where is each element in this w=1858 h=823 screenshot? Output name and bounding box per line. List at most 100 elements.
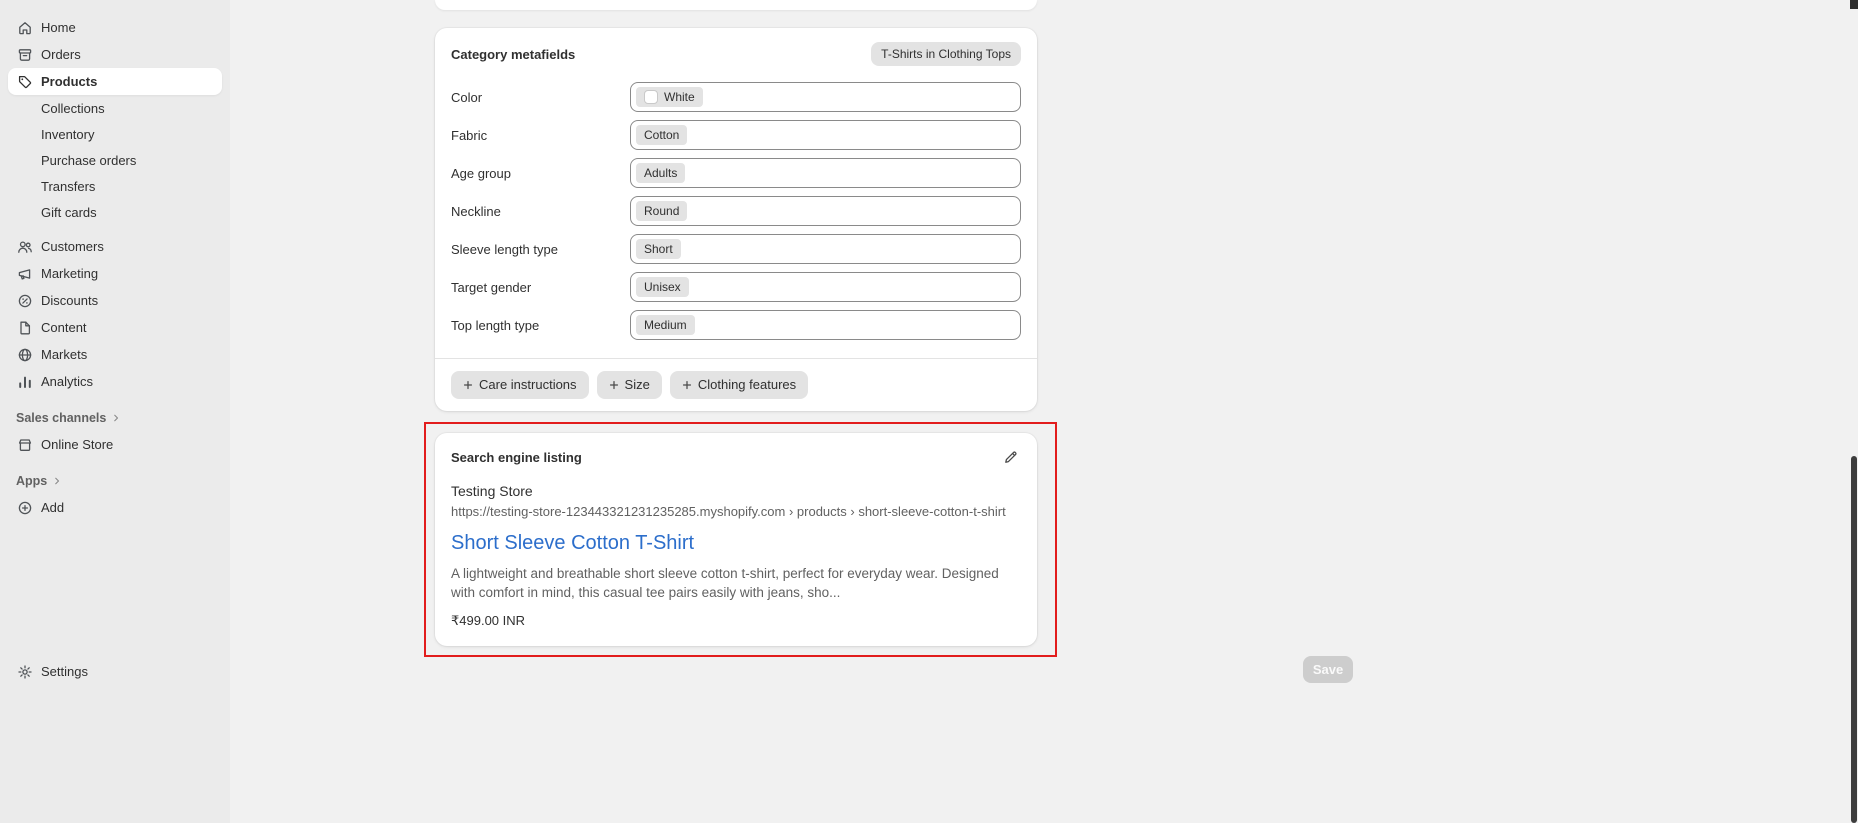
metafield-input-color[interactable]: White [630,82,1021,112]
metafield-label: Neckline [451,204,630,219]
category-badge[interactable]: T-Shirts in Clothing Tops [871,42,1021,66]
value-chip[interactable]: White [636,87,703,107]
analytics-bars-icon [16,373,33,390]
add-clothing-features-button[interactable]: Clothing features [670,371,808,399]
metafield-label: Top length type [451,318,630,333]
sidebar-item-home[interactable]: Home [8,14,222,41]
sidebar-item-label: Gift cards [41,205,97,220]
home-icon [16,19,33,36]
sidebar-item-discounts[interactable]: Discounts [8,287,222,314]
add-size-button[interactable]: Size [597,371,662,399]
value-chip[interactable]: Medium [636,315,695,335]
products-tag-icon [16,73,33,90]
sidebar-item-markets[interactable]: Markets [8,341,222,368]
online-store-icon [16,436,33,453]
sidebar-item-label: Orders [41,47,81,62]
metafield-label: Target gender [451,280,630,295]
sidebar-item-label: Discounts [41,293,98,308]
annotation-highlight: Search engine listing Testing Store http… [424,422,1057,657]
sidebar-item-gift-cards[interactable]: Gift cards [8,199,222,225]
save-button[interactable]: Save [1303,656,1353,683]
seo-result-title-link[interactable]: Short Sleeve Cotton T-Shirt [451,532,694,555]
metafield-input-sleeve-length[interactable]: Short [630,234,1021,264]
sidebar-item-label: Home [41,20,76,35]
circle-plus-icon [16,499,33,516]
vertical-scrollbar-thumb[interactable] [1851,456,1857,823]
card-header: Category metafields T-Shirts in Clothing… [451,42,1021,66]
sidebar-item-label: Inventory [41,127,94,142]
add-care-instructions-button[interactable]: Care instructions [451,371,589,399]
value-chip[interactable]: Short [636,239,681,259]
metafield-row: Sleeve length type Short [451,234,1021,264]
sidebar-item-products[interactable]: Products [8,68,222,95]
discounts-icon [16,292,33,309]
seo-result-description: A lightweight and breathable short sleev… [451,564,1011,603]
add-button-label: Care instructions [479,377,577,392]
value-chip[interactable]: Round [636,201,687,221]
sidebar-item-customers[interactable]: Customers [8,233,222,260]
chevron-right-icon [52,476,62,486]
sidebar-item-transfers[interactable]: Transfers [8,173,222,199]
plus-icon [609,380,619,390]
value-chip[interactable]: Cotton [636,125,687,145]
card-title: Category metafields [451,47,575,62]
metafield-label: Fabric [451,128,630,143]
metafield-input-neckline[interactable]: Round [630,196,1021,226]
metafield-label: Age group [451,166,630,181]
customers-icon [16,238,33,255]
nav-spacer [8,225,222,233]
chip-label: Unisex [644,280,681,294]
metafield-input-fabric[interactable]: Cotton [630,120,1021,150]
plus-icon [682,380,692,390]
sidebar-item-purchase-orders[interactable]: Purchase orders [8,147,222,173]
sidebar-item-content[interactable]: Content [8,314,222,341]
metafield-label: Color [451,90,630,105]
sidebar-item-marketing[interactable]: Marketing [8,260,222,287]
sidebar-item-orders[interactable]: Orders [8,41,222,68]
value-chip[interactable]: Adults [636,163,685,183]
marketing-megaphone-icon [16,265,33,282]
sales-channels-header[interactable]: Sales channels [8,405,222,431]
metafield-input-top-length[interactable]: Medium [630,310,1021,340]
sidebar-nav: Home Orders Products Collections Invento… [8,14,222,521]
sidebar-item-analytics[interactable]: Analytics [8,368,222,395]
gear-icon [16,663,33,680]
seo-url-breadcrumb: https://testing-store-123443321231235285… [451,504,1021,519]
metafield-input-target-gender[interactable]: Unisex [630,272,1021,302]
previous-card-partial [435,0,1037,10]
orders-icon [16,46,33,63]
shopify-admin-page: Home Orders Products Collections Invento… [0,0,1858,823]
sidebar-item-label: Products [41,74,97,89]
divider [435,358,1037,359]
search-engine-listing-card: Search engine listing Testing Store http… [435,433,1037,646]
metafield-row: Top length type Medium [451,310,1021,340]
metafield-row: Neckline Round [451,196,1021,226]
main-content: Category metafields T-Shirts in Clothing… [435,0,1037,657]
sidebar-item-add-app[interactable]: Add [8,494,222,521]
metafield-input-age-group[interactable]: Adults [630,158,1021,188]
card-header: Search engine listing [451,447,1021,467]
color-swatch [644,90,658,104]
metafield-row: Target gender Unisex [451,272,1021,302]
card-title: Search engine listing [451,450,582,465]
apps-label: Apps [16,474,47,488]
sidebar-item-label: Add [41,500,64,515]
sidebar-item-collections[interactable]: Collections [8,95,222,121]
sales-channels-label: Sales channels [16,411,106,425]
add-button-label: Clothing features [698,377,796,392]
sidebar-footer: Settings [8,658,222,685]
chip-label: Short [644,242,673,256]
sidebar-item-label: Content [41,320,87,335]
value-chip[interactable]: Unisex [636,277,689,297]
sidebar-item-settings[interactable]: Settings [8,658,222,685]
chip-label: Round [644,204,679,218]
markets-globe-icon [16,346,33,363]
edit-seo-button[interactable] [1001,447,1021,467]
sidebar-item-inventory[interactable]: Inventory [8,121,222,147]
add-metafield-buttons: Care instructions Size Clothing features [451,371,1021,399]
scrollbar-top-fragment [1850,0,1858,9]
apps-header[interactable]: Apps [8,468,222,494]
sidebar-item-online-store[interactable]: Online Store [8,431,222,458]
sidebar-item-label: Settings [41,664,88,679]
sidebar-item-label: Transfers [41,179,95,194]
